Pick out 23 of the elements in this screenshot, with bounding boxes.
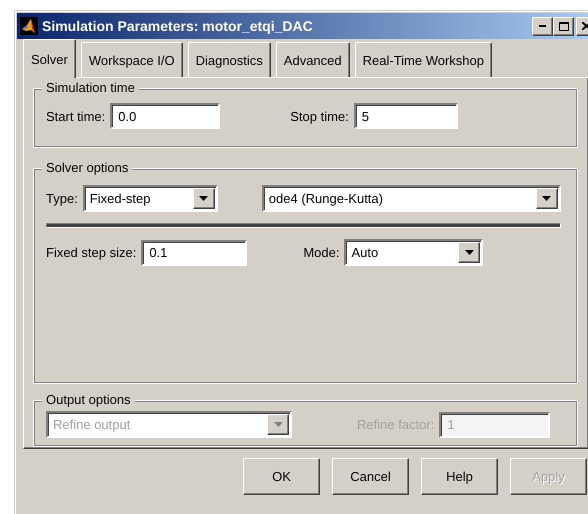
dialog-button[interactable]: Cancel (332, 458, 409, 495)
group-title: Solver options (42, 160, 132, 175)
window-title: Simulation Parameters: motor_etqi_DAC (42, 18, 314, 34)
dropdown[interactable]: Fixed-step (82, 185, 218, 212)
tab[interactable]: Diagnostics (188, 42, 271, 77)
dialog-button[interactable]: OK (243, 458, 320, 495)
dropdown[interactable]: ode4 (Runge-Kutta) (262, 185, 561, 212)
dialog-button[interactable]: Help (421, 458, 498, 495)
group-title: Simulation time (42, 80, 139, 95)
field-label: Mode: (303, 245, 340, 260)
group-title: Output options (42, 392, 135, 407)
field-label: Start time: (46, 108, 106, 124)
input-field[interactable]: 0.1 (141, 240, 248, 266)
tab[interactable]: Solver (23, 39, 76, 78)
tab[interactable]: Workspace I/O (80, 42, 183, 77)
tab[interactable]: Advanced (276, 42, 350, 77)
field-label: Fixed step size: (46, 245, 136, 260)
field-label: Type: (46, 191, 78, 206)
input-field[interactable]: 5 (354, 103, 458, 129)
tab[interactable]: Real-Time Workshop (354, 42, 492, 77)
field-label: Stop time: (290, 108, 349, 124)
dropdown[interactable]: Auto (344, 239, 484, 266)
input-field[interactable]: 0.0 (110, 103, 220, 129)
